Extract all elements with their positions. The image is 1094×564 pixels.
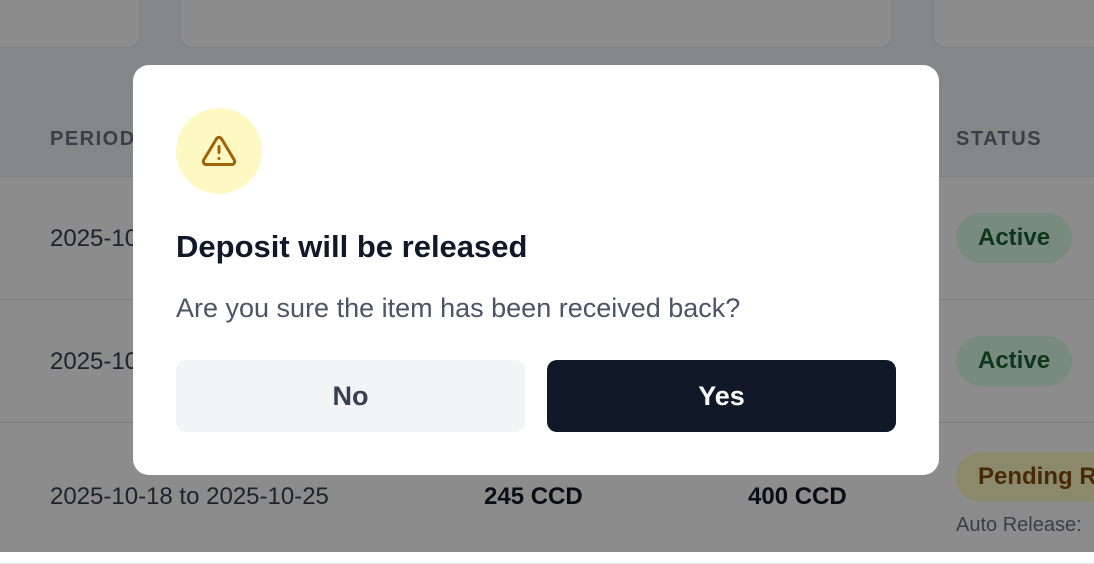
dialog-message: Are you sure the item has been received … bbox=[176, 293, 741, 323]
warning-icon-badge bbox=[176, 108, 262, 194]
warning-triangle-icon bbox=[201, 135, 237, 166]
dialog-title: Deposit will be released bbox=[176, 229, 528, 264]
confirm-release-dialog: Deposit will be released Are you sure th… bbox=[133, 65, 939, 475]
no-button[interactable]: No bbox=[176, 360, 525, 432]
yes-button[interactable]: Yes bbox=[547, 360, 896, 432]
